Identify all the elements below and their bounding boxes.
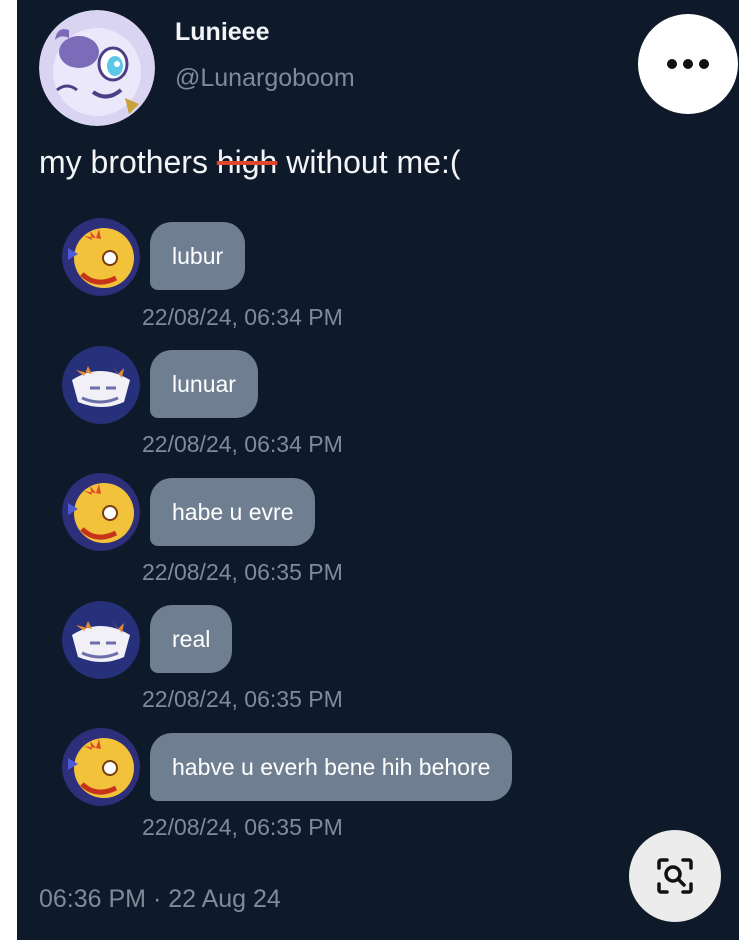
- message-bubble[interactable]: habve u everh bene hih behore: [150, 733, 513, 801]
- author-handle[interactable]: @Lunargoboom: [175, 64, 355, 93]
- post-timestamp[interactable]: 06:36 PM · 22 Aug 24: [39, 885, 281, 914]
- author-display-name[interactable]: Lunieee: [175, 18, 269, 47]
- message-timestamp: 22/08/24, 06:34 PM: [142, 431, 343, 457]
- visual-search-button[interactable]: [629, 830, 721, 922]
- yellow-character-avatar: [62, 218, 140, 296]
- more-horizontal-icon-dot: [699, 59, 709, 69]
- blue-character-avatar: [62, 346, 140, 424]
- message-timestamp: 22/08/24, 06:34 PM: [142, 304, 343, 330]
- blue-character-avatar: [62, 601, 140, 679]
- post-text-end: without me:(: [277, 144, 461, 180]
- more-options-button[interactable]: [638, 14, 738, 114]
- message-bubble[interactable]: real: [150, 605, 233, 673]
- post-text-struck-word: high: [216, 144, 278, 180]
- visual-search-icon: [657, 858, 693, 894]
- message-bubble[interactable]: habe u evre: [150, 478, 316, 546]
- message-bubble[interactable]: lubur: [150, 222, 246, 290]
- message-bubble[interactable]: lunuar: [150, 350, 258, 418]
- message-timestamp: 22/08/24, 06:35 PM: [142, 814, 343, 840]
- author-avatar[interactable]: [39, 10, 155, 126]
- message-timestamp: 22/08/24, 06:35 PM: [142, 559, 343, 585]
- post-text-start: my brothers: [39, 144, 217, 180]
- post-text: my brothers high without me:(: [39, 144, 461, 181]
- yellow-character-avatar: [62, 473, 140, 551]
- post-card: Lunieee @Lunargoboom my brothers high wi…: [17, 0, 739, 940]
- embedded-chat-screenshot[interactable]: lubur 22/08/24, 06:34 PM lunuar 22/08/24…: [47, 200, 697, 850]
- more-horizontal-icon-dot: [683, 59, 693, 69]
- yellow-character-avatar: [62, 728, 140, 806]
- message-timestamp: 22/08/24, 06:35 PM: [142, 686, 343, 712]
- author-avatar-image: [39, 10, 155, 126]
- more-horizontal-icon: [667, 59, 677, 69]
